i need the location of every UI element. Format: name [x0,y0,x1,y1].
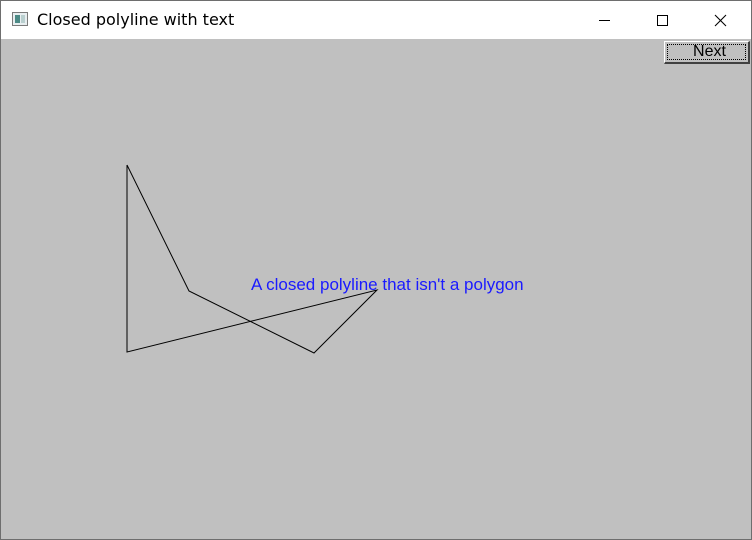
app-icon [12,12,28,26]
minimize-icon [599,20,610,21]
next-button-label: Next [667,44,746,60]
close-icon [714,14,727,27]
title-bar[interactable]: Closed polyline with text [1,1,751,39]
app-window: Closed polyline with text A closed polyl… [0,0,752,540]
drawing-area: A closed polyline that isn't a polygon N… [1,39,751,539]
maximize-icon [657,15,668,26]
polyline-caption: A closed polyline that isn't a polygon [251,275,524,294]
close-button[interactable] [691,1,749,39]
maximize-button[interactable] [633,1,691,39]
window-title: Closed polyline with text [37,10,235,29]
closed-polyline [126,164,379,354]
drawing-canvas: A closed polyline that isn't a polygon [126,164,524,354]
next-button[interactable]: Next [664,41,750,64]
minimize-button[interactable] [575,1,633,39]
